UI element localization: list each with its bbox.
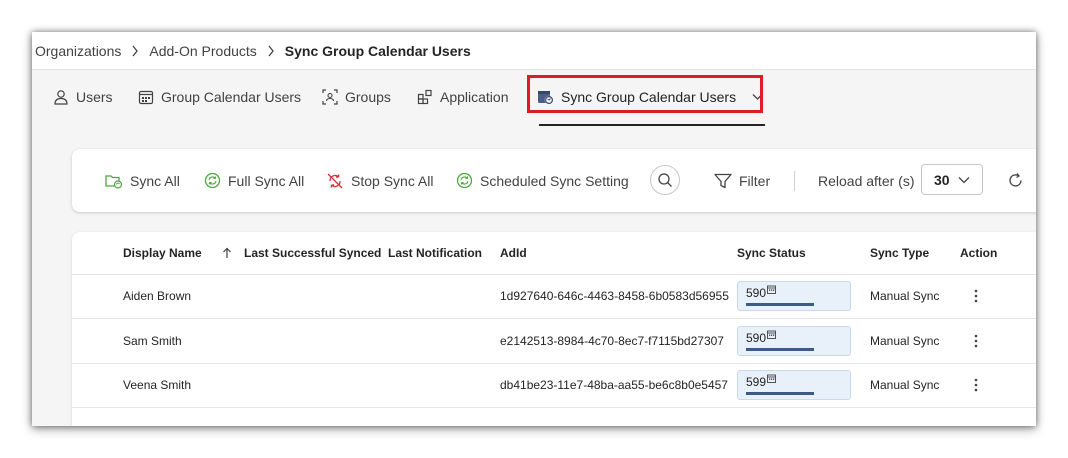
tab-label: Sync Group Calendar Users [561,89,737,105]
chevron-right-icon [267,45,275,57]
col-action: Action [960,246,998,260]
search-button[interactable] [650,165,680,195]
stop-sync-all-label: Stop Sync All [351,172,434,189]
cell-adid: 1d927640-646c-4463-8458-6b0583d56955 [500,289,729,303]
folder-sync-icon [105,173,123,189]
tab-groups[interactable]: Groups [322,71,391,123]
col-last-notification[interactable]: Last Notification [388,232,482,274]
sync-status-value: 599 [746,375,767,389]
sync-status-badge[interactable]: 599 [737,370,851,400]
breadcrumb-add-on-products[interactable]: Add-On Products [149,43,256,59]
sync-progress-bar [746,348,814,351]
table-row[interactable]: Veena Smith db41be23-11e7-48ba-aa55-be6c… [72,363,1036,408]
sync-status-badge[interactable]: 590 [737,281,851,311]
sync-progress-fill [746,303,814,306]
cell-adid: db41be23-11e7-48ba-aa55-be6c8b0e5457 [500,378,728,392]
cell-adid: e2142513-8984-4c70-8ec7-f7115bd27307 [500,334,724,348]
tab-sync-group-calendar-users[interactable]: Sync Group Calendar Users [537,71,767,126]
breadcrumb-current: Sync Group Calendar Users [284,42,471,59]
tab-users[interactable]: Users [53,71,113,123]
app-window: Organizations Add-On Products Sync Group… [32,32,1036,426]
toolbar: Sync All Full Sync All Stop Sync All Sch… [72,149,1036,212]
chevron-down-icon[interactable] [752,93,763,101]
table-row[interactable]: Aiden Brown 1d927640-646c-4463-8458-6b05… [72,274,1036,319]
filter-button[interactable]: Filter [714,149,770,212]
more-actions-button[interactable] [968,286,984,306]
sync-circle-icon [204,172,221,189]
more-vertical-icon [974,334,978,348]
group-icon [322,89,338,105]
cell-sync-type: Manual Sync [870,378,940,392]
sync-status-value: 590 [746,286,767,300]
stop-sync-all-button[interactable]: Stop Sync All [326,149,434,212]
app-grid-icon [417,89,433,105]
cell-display-name: Sam Smith [123,334,182,348]
scheduled-sync-setting-label: Scheduled Sync Setting [480,172,629,189]
filter-label: Filter [739,172,771,189]
more-vertical-icon [974,378,978,392]
more-actions-button[interactable] [968,375,984,395]
col-last-successful-synced[interactable]: Last Successful Synced [244,232,381,274]
active-tab-indicator [539,124,766,126]
chevron-right-icon [131,45,139,57]
cell-sync-type: Manual Sync [870,289,940,303]
sync-status-value-wrap: 590 [746,285,776,300]
sync-progress-bar [746,303,814,306]
more-actions-button[interactable] [968,331,984,351]
tab-application[interactable]: Application [417,71,509,123]
search-icon [657,172,673,188]
sync-all-button[interactable]: Sync All [105,149,180,212]
cell-display-name: Aiden Brown [123,289,192,303]
col-sync-status[interactable]: Sync Status [737,232,806,274]
sync-status-badge[interactable]: 590 [737,326,851,356]
sync-status-value-wrap: 590 [746,330,776,345]
filter-icon [714,173,732,189]
user-icon [53,89,69,105]
breadcrumb-organizations[interactable]: Organizations [35,43,121,59]
sync-status-value-wrap: 599 [746,374,776,389]
full-sync-all-label: Full Sync All [228,172,305,189]
calendar-sync-icon [537,89,554,105]
col-display-name-label: Display Name [123,246,202,260]
tab-label: Group Calendar Users [161,89,302,105]
sync-all-label: Sync All [130,172,180,189]
refresh-icon [1007,172,1024,189]
calendar-mini-icon [767,285,776,294]
sort-ascending-icon[interactable] [222,247,232,259]
table-header: Display Name Last Successful Synced Last… [72,232,1036,275]
breadcrumb: Organizations Add-On Products Sync Group… [32,32,1036,70]
col-adid[interactable]: AdId [500,232,527,274]
full-sync-all-button[interactable]: Full Sync All [204,149,304,212]
calendar-mini-icon [767,374,776,383]
tab-group-calendar-users[interactable]: Group Calendar Users [138,71,301,123]
col-sync-type[interactable]: Sync Type [870,232,929,274]
sync-circle-icon [456,172,473,189]
reload-interval-select[interactable]: 30 [921,164,983,195]
refresh-button[interactable] [1004,169,1026,191]
sync-progress-fill [746,392,814,395]
tab-label: Users [76,89,113,105]
tab-label: Application [440,89,509,105]
sync-progress-fill [746,348,814,351]
cell-sync-type: Manual Sync [870,334,940,348]
table-row[interactable]: Sam Smith e2142513-8984-4c70-8ec7-f7115b… [72,319,1036,364]
calendar-mini-icon [767,330,776,339]
toolbar-divider [794,171,795,191]
col-display-name[interactable]: Display Name [123,232,232,274]
stop-sync-icon [326,172,344,190]
sync-status-value: 590 [746,331,767,345]
tab-label: Groups [345,89,391,105]
cell-display-name: Veena Smith [123,378,192,392]
scheduled-sync-setting-button[interactable]: Scheduled Sync Setting [456,149,629,212]
more-vertical-icon [974,289,978,303]
reload-interval-value: 30 [934,171,950,188]
nav-tabs: Users Group Calendar Users Groups Applic… [32,71,1036,127]
sync-progress-bar [746,392,814,395]
users-table: Display Name Last Successful Synced Last… [72,232,1036,426]
reload-after-label: Reload after (s) [818,172,915,189]
calendar-icon [138,89,154,105]
chevron-down-icon [958,176,970,184]
